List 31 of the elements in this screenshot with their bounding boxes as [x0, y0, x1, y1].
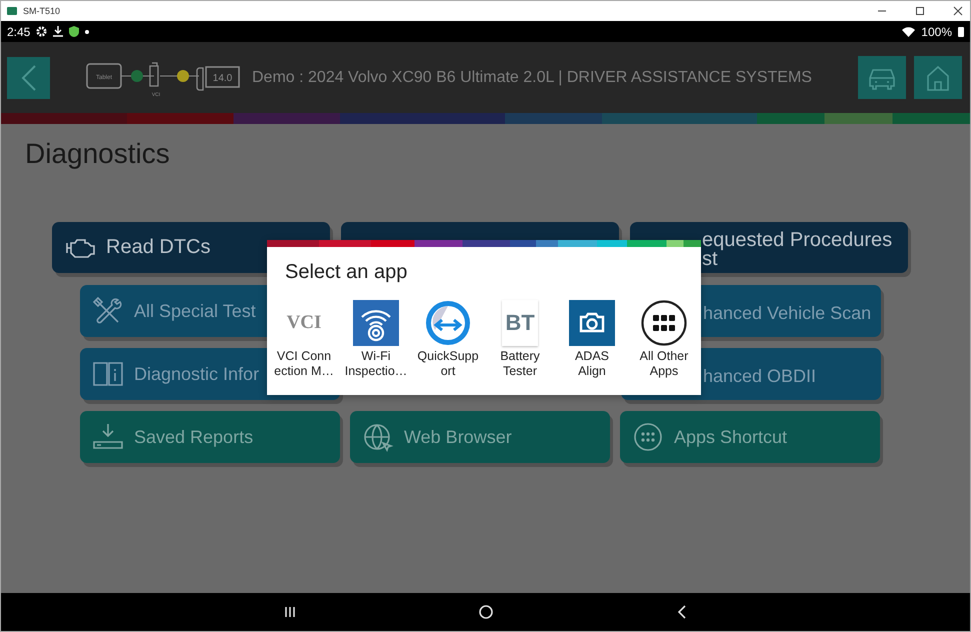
settings-icon [36, 26, 48, 37]
camera-icon [569, 300, 615, 346]
maximize-icon[interactable] [914, 5, 926, 17]
app-icon [7, 7, 17, 15]
apps-grid-icon [641, 300, 687, 346]
app-option[interactable]: BT Battery Tester [484, 300, 556, 379]
globe-icon [362, 422, 394, 452]
apps-icon [632, 422, 664, 452]
page-title: Diagnostics [25, 137, 171, 171]
tools-icon [92, 296, 124, 326]
home-icon[interactable] [478, 604, 494, 620]
chevron-left-icon [20, 64, 36, 92]
app-logo: BT [502, 300, 538, 346]
battery-icon [958, 26, 964, 37]
app-option[interactable]: QuickSupp ort [412, 300, 484, 379]
shield-icon [69, 26, 80, 37]
status-time: 2:45 [7, 24, 30, 38]
wifi-icon [353, 300, 399, 346]
battery-percent: 100% [921, 24, 952, 38]
dot-icon [85, 30, 90, 34]
book-icon [92, 359, 124, 389]
window-title: SM-T510 [23, 6, 60, 16]
app-option[interactable]: Wi-Fi Inspectio… [340, 300, 412, 379]
close-icon[interactable] [952, 5, 964, 17]
remote-support-icon [425, 300, 471, 346]
download-icon [92, 422, 124, 452]
vehicle-title: Demo : 2024 Volvo XC90 B6 Ultimate 2.0L | DRIVER ASSISTANCE SYSTEMS [252, 68, 813, 86]
app-logo: VCI [286, 311, 322, 335]
wifi-icon [902, 26, 916, 36]
download-icon [53, 26, 64, 37]
home-icon [926, 64, 950, 90]
